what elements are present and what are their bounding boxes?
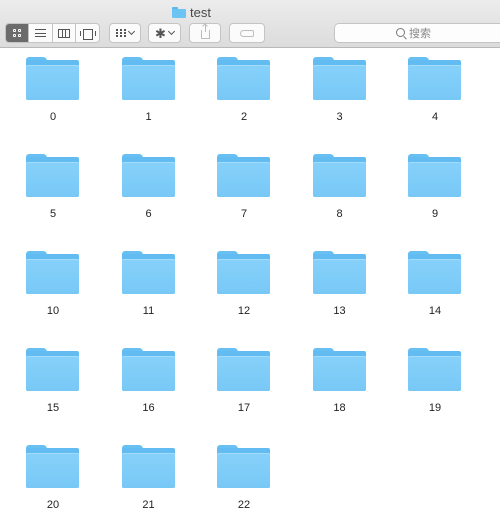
folder-item[interactable]: 3 xyxy=(300,49,380,129)
folder-icon xyxy=(408,57,461,100)
folder-item[interactable]: 21 xyxy=(109,437,189,517)
folder-icon xyxy=(408,154,461,197)
search-icon xyxy=(396,28,405,37)
folder-icon xyxy=(217,445,270,488)
folder-label: 22 xyxy=(237,499,251,511)
action-button[interactable]: ✱ xyxy=(148,23,181,43)
folder-item[interactable]: 16 xyxy=(109,340,189,420)
folder-icon xyxy=(217,57,270,100)
folder-item[interactable]: 0 xyxy=(13,49,93,129)
folder-icon xyxy=(26,154,79,197)
chevron-down-icon xyxy=(167,27,175,36)
group-grid-icon xyxy=(116,29,126,37)
column-view-button[interactable] xyxy=(53,24,76,42)
folder-label: 0 xyxy=(49,111,57,123)
tag-icon xyxy=(240,29,254,37)
folder-label: 11 xyxy=(142,305,155,317)
folder-label: 19 xyxy=(428,402,442,414)
folder-icon xyxy=(217,348,270,391)
search-field[interactable] xyxy=(334,23,500,43)
folder-icon xyxy=(312,154,366,197)
folder-item[interactable]: 4 xyxy=(395,49,475,129)
folder-icon xyxy=(121,154,175,197)
folder-icon xyxy=(26,348,79,391)
search-input[interactable] xyxy=(409,26,439,40)
folder-label: 20 xyxy=(46,499,60,511)
folder-label: 6 xyxy=(145,208,152,220)
share-button[interactable] xyxy=(189,23,221,43)
folder-label: 21 xyxy=(142,499,155,511)
folder-icon xyxy=(408,251,461,294)
folder-item[interactable]: 6 xyxy=(109,146,189,226)
folder-icon xyxy=(121,57,175,100)
folder-label: 18 xyxy=(333,402,346,414)
icon-view-button[interactable] xyxy=(6,24,30,42)
folder-label: 15 xyxy=(46,402,60,414)
folder-label: 10 xyxy=(46,305,60,317)
folder-item[interactable]: 20 xyxy=(13,437,93,517)
folder-icon xyxy=(408,348,461,391)
folder-label: 9 xyxy=(431,208,439,220)
gear-icon: ✱ xyxy=(155,25,166,41)
window-title[interactable]: test xyxy=(172,4,211,20)
folder-icon xyxy=(172,6,186,18)
folder-item[interactable]: 12 xyxy=(204,243,284,323)
folder-item[interactable]: 22 xyxy=(204,437,284,517)
folder-icon xyxy=(26,251,79,294)
folder-label: 16 xyxy=(142,402,155,414)
list-icon xyxy=(34,29,46,37)
folder-label: 12 xyxy=(237,305,251,317)
folder-item[interactable]: 11 xyxy=(109,243,189,323)
folder-icon xyxy=(26,57,79,100)
folder-item[interactable]: 19 xyxy=(395,340,475,420)
folder-label: 7 xyxy=(240,208,248,220)
folder-label: 3 xyxy=(336,111,343,123)
folder-label: 5 xyxy=(49,208,57,220)
share-icon xyxy=(200,24,210,39)
tag-button[interactable] xyxy=(229,23,265,43)
folder-icon xyxy=(217,251,270,294)
folder-label: 4 xyxy=(431,111,439,123)
folder-icon xyxy=(312,251,366,294)
folder-grid: 0 1 2 3 4 5 6 7 8 9 10 11 12 13 14 15 16 17 18 19 20 21 22 xyxy=(0,49,500,524)
folder-item[interactable]: 15 xyxy=(13,340,93,420)
grid-icon xyxy=(12,28,22,38)
group-by-button[interactable] xyxy=(109,23,141,43)
cover-flow-view-button[interactable] xyxy=(76,24,99,42)
view-mode-group xyxy=(5,23,100,43)
folder-item[interactable]: 5 xyxy=(13,146,93,226)
folder-icon xyxy=(312,348,366,391)
folder-label: 14 xyxy=(428,305,442,317)
folder-icon xyxy=(312,57,366,100)
folder-icon xyxy=(121,251,175,294)
folder-item[interactable]: 14 xyxy=(395,243,475,323)
folder-item[interactable]: 7 xyxy=(204,146,284,226)
folder-item[interactable]: 18 xyxy=(300,340,380,420)
folder-label: 17 xyxy=(237,402,251,414)
folder-icon xyxy=(26,445,79,488)
window-title-label: test xyxy=(190,4,211,20)
folder-icon xyxy=(121,348,175,391)
folder-label: 8 xyxy=(336,208,343,220)
folder-label: 13 xyxy=(333,305,346,317)
folder-icon xyxy=(121,445,175,488)
cover-flow-icon xyxy=(80,28,97,40)
folder-item[interactable]: 2 xyxy=(204,49,284,129)
folder-item[interactable]: 1 xyxy=(109,49,189,129)
folder-item[interactable]: 17 xyxy=(204,340,284,420)
folder-item[interactable]: 8 xyxy=(300,146,380,226)
list-view-button[interactable] xyxy=(29,24,53,42)
finder-toolbar: test ✱ xyxy=(0,0,500,48)
folder-item[interactable]: 10 xyxy=(13,243,93,323)
columns-icon xyxy=(57,28,70,38)
folder-icon xyxy=(217,154,270,197)
folder-item[interactable]: 13 xyxy=(300,243,380,323)
folder-label: 2 xyxy=(240,111,248,123)
folder-label: 1 xyxy=(145,111,152,123)
folder-item[interactable]: 9 xyxy=(395,146,475,226)
chevron-down-icon xyxy=(127,27,136,36)
